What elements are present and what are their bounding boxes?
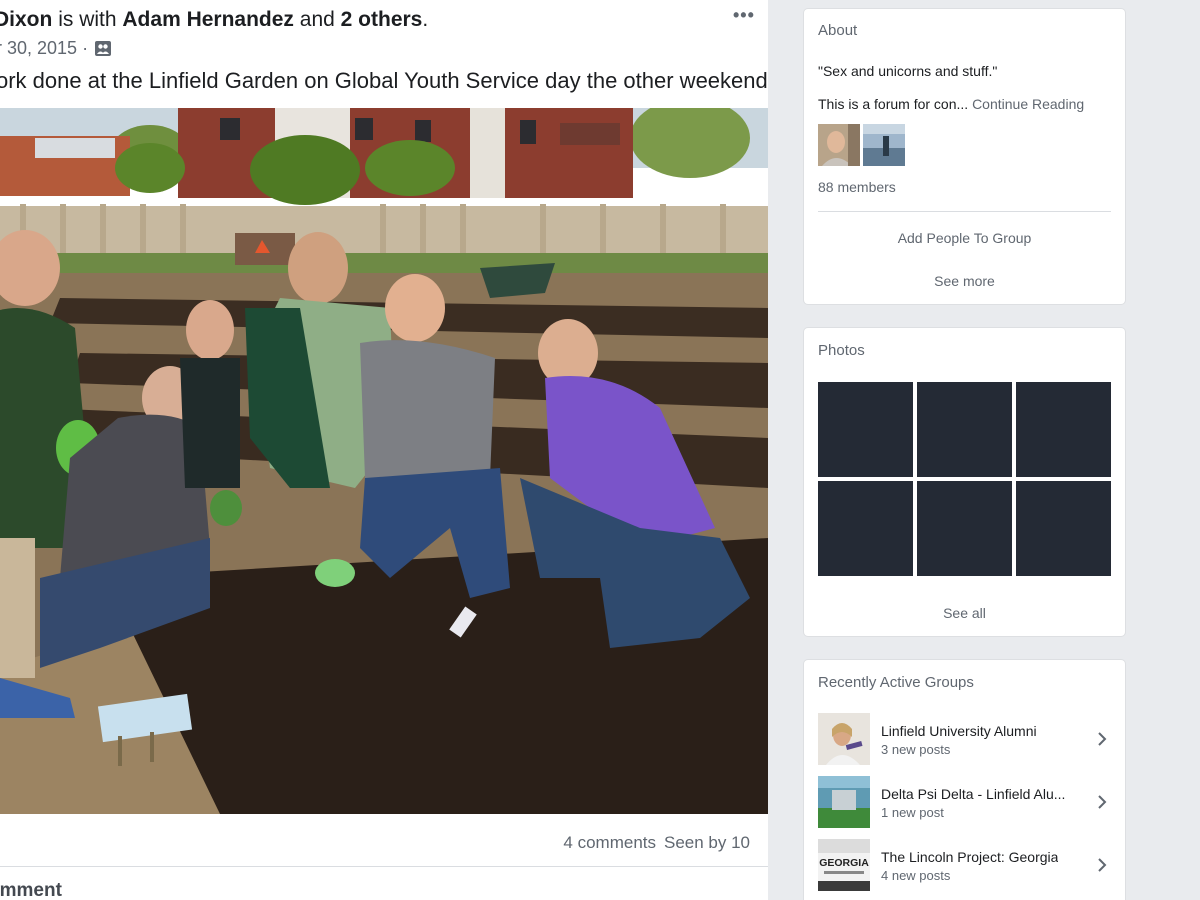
member-avatar[interactable]	[818, 124, 860, 166]
group-name: The Lincoln Project: Georgia	[881, 849, 1059, 865]
chevron-right-icon	[1098, 858, 1107, 872]
member-thumbnails	[818, 124, 905, 166]
recent-groups-title: Recently Active Groups	[818, 674, 974, 691]
post-photo[interactable]	[0, 108, 768, 814]
group-audience-icon	[95, 41, 112, 56]
chevron-right-icon	[1098, 732, 1107, 746]
photo-thumbnail[interactable]	[917, 382, 1012, 477]
description-text: This is a forum for con...	[818, 96, 969, 112]
members-count[interactable]: 88 members	[818, 179, 896, 195]
with-text: is with	[58, 8, 117, 31]
photo-thumbnail[interactable]	[1016, 481, 1111, 576]
group-thumbnail	[818, 713, 870, 765]
group-new-posts: 4 new posts	[881, 868, 951, 883]
seen-by-count[interactable]: Seen by 10	[664, 833, 750, 853]
comment-button[interactable]: omment	[0, 880, 62, 900]
about-card: About "Sex and unicorns and stuff." This…	[804, 9, 1125, 304]
tagged-person-link[interactable]: Adam Hernandez	[122, 8, 294, 31]
group-thumbnail: GEORGIA	[818, 839, 870, 891]
photos-title: Photos	[818, 342, 865, 359]
and-text: and	[299, 8, 335, 31]
comments-count-link[interactable]: 4 comments	[563, 833, 656, 853]
group-name: Delta Psi Delta - Linfield Alu...	[881, 786, 1066, 802]
photos-grid	[818, 382, 1111, 576]
group-description: This is a forum for con... Continue Read…	[818, 96, 1084, 112]
photo-thumbnail[interactable]	[917, 481, 1012, 576]
group-new-posts: 3 new posts	[881, 742, 951, 757]
group-name: Linfield University Alumni	[881, 723, 1037, 739]
group-new-posts: 1 new post	[881, 805, 944, 820]
photo-thumbnail[interactable]	[818, 481, 913, 576]
recent-groups-card: Recently Active Groups Linfield Universi…	[804, 660, 1125, 900]
group-thumbnail	[818, 776, 870, 828]
photo-thumbnail[interactable]	[818, 382, 913, 477]
post-meta: r 30, 2015 ·	[0, 38, 112, 59]
recent-group-item[interactable]: GEORGIA The Lincoln Project: Georgia 4 n…	[818, 839, 1111, 891]
author-name-link[interactable]: Dixon	[0, 8, 52, 31]
see-more-link[interactable]: See more	[804, 273, 1125, 289]
post-header: Dixon is with Adam Hernandez and 2 other…	[0, 0, 768, 108]
chevron-right-icon	[1098, 795, 1107, 809]
period-text: .	[422, 8, 429, 31]
post-date-link[interactable]: r 30, 2015 ·	[0, 38, 88, 59]
group-post: Dixon is with Adam Hernandez and 2 other…	[0, 0, 768, 900]
more-options-icon[interactable]: •••	[733, 6, 757, 26]
post-caption: ork done at the Linfield Garden on Globa…	[0, 68, 768, 93]
group-tagline: "Sex and unicorns and stuff."	[818, 63, 998, 79]
about-title: About	[818, 22, 858, 39]
photo-thumbnail[interactable]	[1016, 382, 1111, 477]
group-thumb-text: GEORGIA	[819, 857, 869, 869]
member-avatar[interactable]	[863, 124, 905, 166]
add-people-button[interactable]: Add People To Group	[804, 230, 1125, 246]
others-link[interactable]: 2 others	[341, 8, 423, 31]
post-author-line: Dixon is with Adam Hernandez and 2 other…	[0, 8, 428, 32]
recent-group-item[interactable]: Delta Psi Delta - Linfield Alu... 1 new …	[818, 776, 1111, 828]
recent-group-item[interactable]: Linfield University Alumni 3 new posts	[818, 713, 1111, 765]
see-all-photos-link[interactable]: See all	[804, 605, 1125, 621]
photos-card: Photos See all	[804, 328, 1125, 636]
post-stats-bar: 4 comments Seen by 10	[0, 815, 768, 867]
continue-reading-link[interactable]: Continue Reading	[972, 96, 1084, 112]
about-divider	[818, 211, 1111, 212]
